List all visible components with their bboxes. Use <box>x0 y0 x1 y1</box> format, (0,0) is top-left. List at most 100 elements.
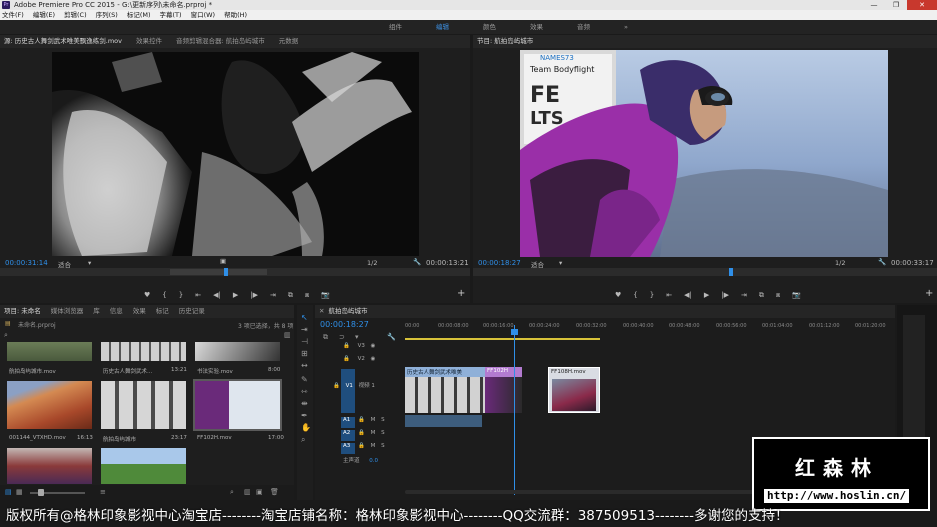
lock-icon[interactable]: 🔒 <box>358 417 365 423</box>
eye-icon[interactable]: ◉ <box>371 356 376 362</box>
play-icon[interactable]: ▶ <box>233 291 238 300</box>
tab-effects[interactable]: 效果 <box>133 305 146 318</box>
audio-clip-1[interactable] <box>405 415 482 427</box>
solo-button[interactable]: S <box>381 443 385 449</box>
menu-window[interactable]: 窗口(W) <box>191 10 216 20</box>
source-add-button[interactable]: + <box>457 288 465 299</box>
program-wrench-icon[interactable]: 🔧 <box>878 258 886 266</box>
close-button[interactable]: ✕ <box>907 0 937 10</box>
new-item-icon[interactable]: ▣ <box>256 488 263 496</box>
extract-icon[interactable]: ⧈ <box>776 291 780 300</box>
tab-effect-controls[interactable]: 效果控件 <box>136 35 162 48</box>
lift-icon[interactable]: ⧉ <box>759 291 764 300</box>
program-timecode[interactable]: 00:00:18:27 <box>478 259 521 267</box>
ripple-edit-tool-icon[interactable]: ⊣ <box>301 337 308 346</box>
tab-sequence[interactable]: 航拍岛屿城市 <box>328 305 367 318</box>
tab-history[interactable]: 历史记录 <box>179 305 205 318</box>
track-v2[interactable]: 🔒 V2 ◉ <box>343 356 403 369</box>
go-to-in-icon[interactable]: ⇤ <box>195 291 201 300</box>
tab-program[interactable]: 节目: 航拍岛屿城市 <box>477 35 533 48</box>
mute-button[interactable]: M <box>371 417 376 423</box>
export-frame-icon[interactable]: 📷 <box>321 291 330 300</box>
project-item-thumb[interactable] <box>195 342 280 361</box>
rolling-edit-tool-icon[interactable]: ⊞ <box>301 349 308 358</box>
track-a3[interactable]: A3 🔒 M S <box>343 443 403 456</box>
video-clip-1[interactable]: 历史古人舞剑武术唯美 <box>405 367 485 413</box>
menu-edit[interactable]: 编辑(E) <box>33 10 55 20</box>
pen-tool-icon[interactable]: ✒ <box>301 411 308 420</box>
program-add-marker-icon[interactable]: ♥ <box>615 291 621 300</box>
sort-icon[interactable]: ≡ <box>100 488 106 496</box>
lock-icon[interactable]: 🔒 <box>343 356 350 362</box>
timeline-ruler[interactable]: 00:00 00:00:08:00 00:00:16:00 00:00:24:0… <box>405 323 895 333</box>
workspace-audio[interactable]: 音频 <box>577 20 590 34</box>
menu-title[interactable]: 字幕(T) <box>160 10 182 20</box>
selection-tool-icon[interactable]: ↖ <box>301 313 308 322</box>
mark-out-icon[interactable]: } <box>179 291 183 300</box>
mute-button[interactable]: M <box>371 443 376 449</box>
hand-tool-icon[interactable]: ✋ <box>301 423 311 432</box>
program-mark-out-icon[interactable]: } <box>650 291 654 300</box>
program-play-icon[interactable]: ▶ <box>704 291 709 300</box>
tab-markers[interactable]: 标记 <box>156 305 169 318</box>
new-bin-button-icon[interactable]: ▥ <box>244 488 251 496</box>
program-playhead[interactable] <box>729 268 733 276</box>
menu-help[interactable]: 帮助(H) <box>224 10 247 20</box>
program-go-to-out-icon[interactable]: ⇥ <box>741 291 747 300</box>
source-timecode[interactable]: 00:00:31:14 <box>5 259 48 267</box>
timeline-playhead[interactable] <box>514 325 515 495</box>
project-item-thumb[interactable] <box>7 381 92 429</box>
lock-icon[interactable]: 🔒 <box>358 430 365 436</box>
menu-marker[interactable]: 标记(M) <box>127 10 151 20</box>
workspace-editing[interactable]: 编辑 <box>436 20 449 34</box>
source-quality-select[interactable]: 1/2 <box>367 259 377 267</box>
timeline-timecode[interactable]: 00:00:18:27 <box>320 320 369 329</box>
program-go-to-in-icon[interactable]: ⇤ <box>666 291 672 300</box>
workspace-assembly[interactable]: 组件 <box>389 20 402 34</box>
tab-source[interactable]: 源: 历史古人舞剑武术唯美飘逸练剑.mov <box>4 35 122 48</box>
slip-tool-icon[interactable]: ⇿ <box>301 387 308 396</box>
snap-icon[interactable]: ⧉ <box>323 333 328 342</box>
project-item-thumb[interactable] <box>7 342 92 361</box>
menu-file[interactable]: 文件(F) <box>2 10 24 20</box>
lock-icon[interactable]: 🔒 <box>333 383 340 389</box>
master-volume[interactable]: 0.0 <box>369 458 378 464</box>
source-video-frame[interactable] <box>52 52 419 256</box>
rate-stretch-tool-icon[interactable]: ↔ <box>301 361 308 370</box>
tab-info[interactable]: 信息 <box>110 305 123 318</box>
linked-select-icon[interactable]: ⊃ <box>339 333 345 341</box>
menu-sequence[interactable]: 序列(S) <box>96 10 118 20</box>
mark-in-icon[interactable]: { <box>162 291 166 300</box>
program-mark-in-icon[interactable]: { <box>633 291 637 300</box>
source-time-ruler[interactable] <box>0 268 470 276</box>
project-item-thumb[interactable] <box>101 342 186 361</box>
step-forward-icon[interactable]: |▶ <box>250 291 258 300</box>
program-fit-chevron-icon[interactable]: ▾ <box>559 259 562 267</box>
icon-view-icon[interactable]: ▦ <box>16 488 23 496</box>
insert-icon[interactable]: ⧉ <box>288 291 293 300</box>
solo-button[interactable]: S <box>381 417 385 423</box>
minimize-button[interactable]: — <box>863 0 885 10</box>
program-quality-select[interactable]: 1/2 <box>835 259 845 267</box>
track-a1[interactable]: A1 🔒 M S <box>343 417 403 430</box>
project-item-thumb[interactable] <box>7 448 92 484</box>
workspace-color[interactable]: 颜色 <box>483 20 496 34</box>
find-icon[interactable]: ⌕ <box>230 488 234 497</box>
add-marker-tl-icon[interactable]: ▾ <box>355 333 359 341</box>
add-marker-icon[interactable]: ♥ <box>144 291 150 300</box>
track-select-tool-icon[interactable]: ⇥ <box>301 325 308 334</box>
lock-icon[interactable]: 🔒 <box>358 443 365 449</box>
workspace-more[interactable]: » <box>624 20 628 34</box>
program-video-frame[interactable]: FE LTS NAMES73 Team Bodyflight <box>520 50 888 257</box>
solo-button[interactable]: S <box>381 430 385 436</box>
maximize-button[interactable]: ❐ <box>885 0 907 10</box>
go-to-out-icon[interactable]: ⇥ <box>270 291 276 300</box>
tab-metadata[interactable]: 元数据 <box>279 35 299 48</box>
tab-media-browser[interactable]: 媒体浏览器 <box>51 305 84 318</box>
overwrite-icon[interactable]: ⧈ <box>305 291 309 300</box>
timeline-settings-icon[interactable]: 🔧 <box>387 333 396 341</box>
program-export-frame-icon[interactable]: 📷 <box>792 291 801 300</box>
razor-tool-icon[interactable]: ✎ <box>301 375 308 384</box>
work-area-bar-2[interactable] <box>540 338 600 340</box>
delete-icon[interactable]: 🗑 <box>270 488 279 496</box>
